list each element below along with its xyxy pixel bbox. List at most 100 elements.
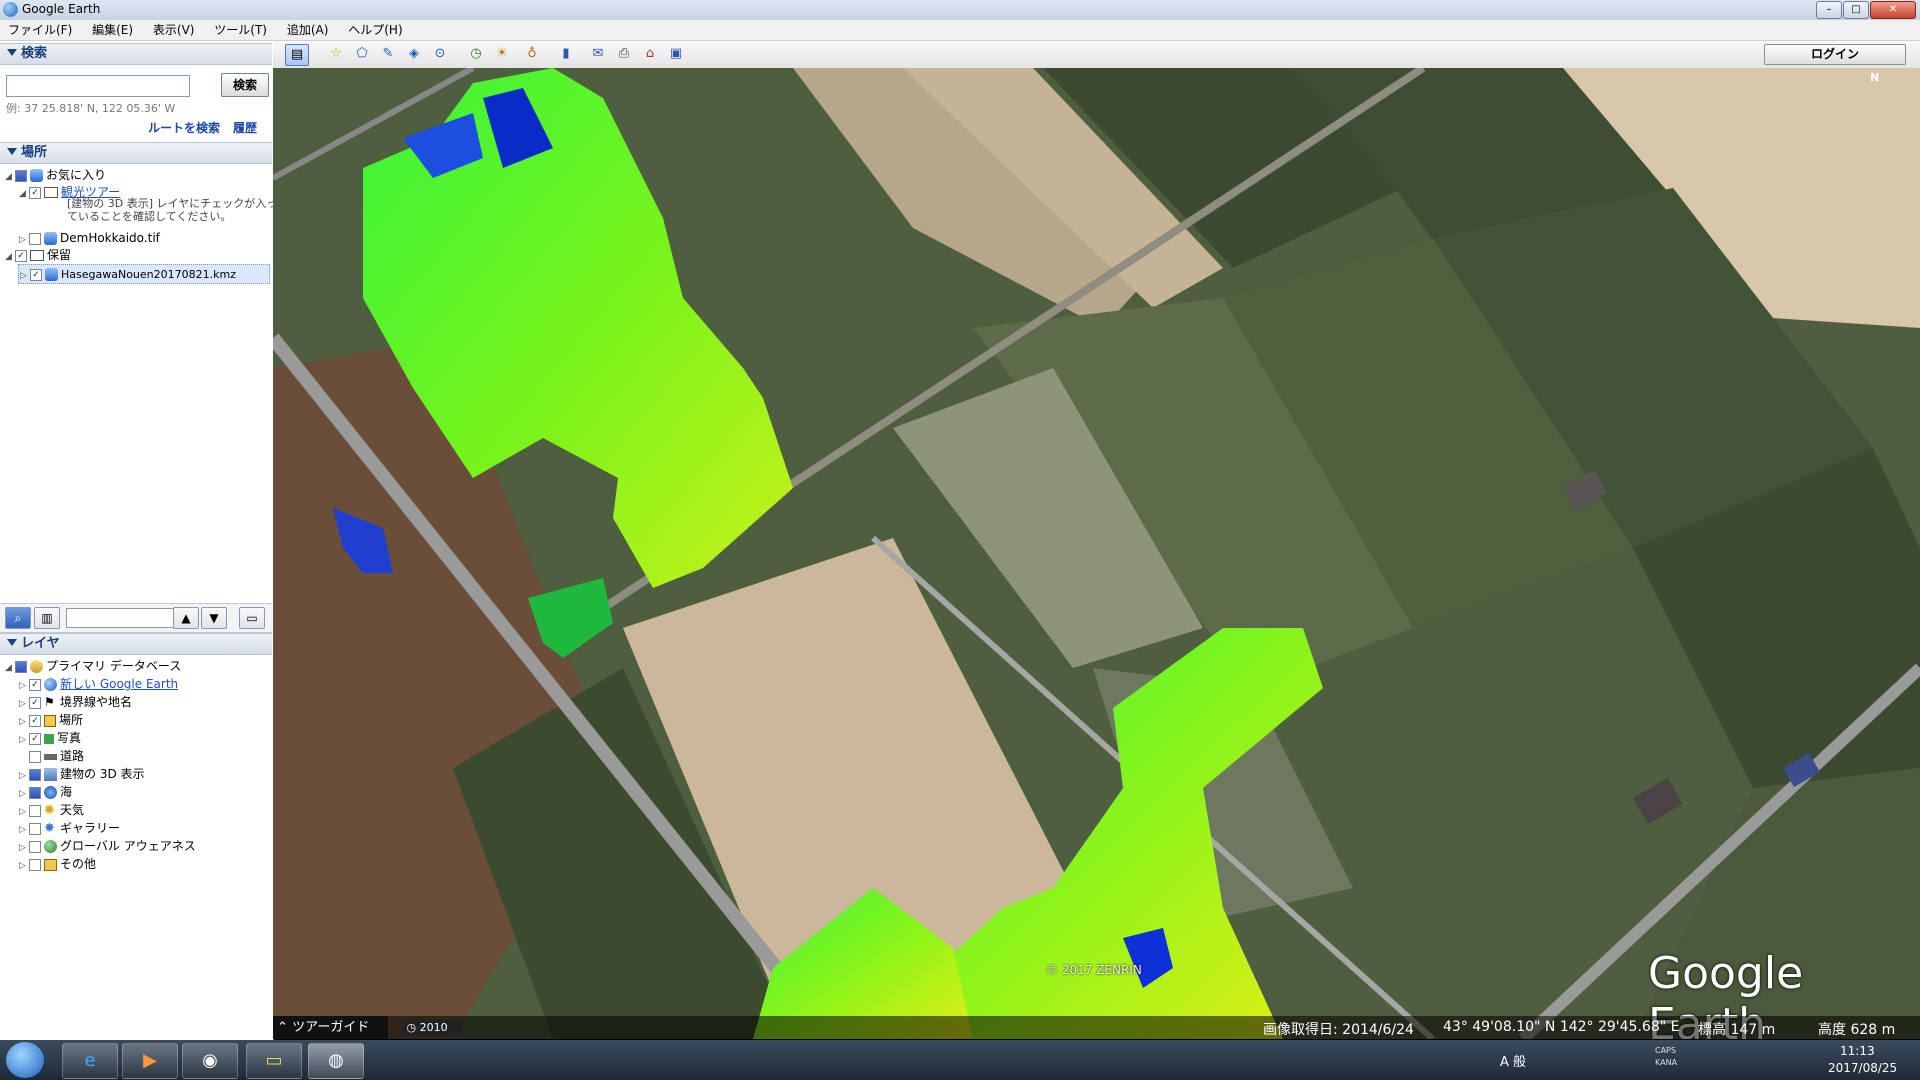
search-panel-header[interactable]: 検索: [0, 43, 272, 65]
move-up-icon[interactable]: ▲: [173, 607, 199, 629]
chrome-icon[interactable]: ◉: [182, 1043, 238, 1079]
record-tour-icon[interactable]: ⊙: [429, 44, 451, 64]
clock-time[interactable]: 11:13: [1840, 1044, 1875, 1058]
search-input[interactable]: [6, 75, 190, 97]
menu-help[interactable]: ヘルプ(H): [340, 20, 410, 38]
login-button[interactable]: ログイン: [1764, 44, 1906, 65]
caps-indicator: CAPS: [1655, 1046, 1676, 1055]
places-item-pending[interactable]: ◢保留: [4, 246, 71, 264]
menu-view[interactable]: 表示(V): [145, 20, 203, 38]
places-item-favorites[interactable]: ◢ お気に入り: [4, 166, 106, 184]
show-in-maps-icon[interactable]: ⌂: [639, 44, 661, 64]
checkbox[interactable]: [29, 732, 41, 745]
checkbox[interactable]: [30, 268, 42, 281]
compass-north[interactable]: N: [1870, 71, 1879, 84]
checkbox[interactable]: [29, 696, 41, 709]
layer-item-gallery[interactable]: ▷ ✸ ギャラリー: [18, 819, 120, 837]
checkbox[interactable]: [29, 804, 41, 817]
checkbox[interactable]: [29, 750, 41, 763]
sidebar-toggle-icon[interactable]: ▤: [285, 44, 309, 66]
layer-item-weather[interactable]: ▷ ✺ 天気: [18, 801, 84, 819]
sidebar-toggle-icon[interactable]: ▥: [34, 607, 60, 629]
checkbox[interactable]: [29, 186, 41, 199]
checkbox[interactable]: [29, 232, 41, 245]
tour-guide-button[interactable]: ⌃ ツアーガイド: [273, 1016, 388, 1039]
maximize-button[interactable]: □: [1843, 1, 1869, 19]
planets-icon[interactable]: ♁: [521, 44, 543, 64]
google-earth-task-icon[interactable]: ◍: [308, 1043, 364, 1079]
layer-item-roads[interactable]: 道路: [18, 747, 84, 765]
checkbox[interactable]: [15, 249, 27, 262]
places-filter-input[interactable]: [66, 608, 176, 628]
historical-imagery-icon[interactable]: ◷: [465, 44, 487, 64]
layer-item-new-google-earth[interactable]: ▷新しい Google Earth: [18, 675, 178, 693]
add-polygon-icon[interactable]: ⬠: [351, 44, 373, 64]
menu-file[interactable]: ファイル(F): [0, 20, 80, 38]
place-square-icon: [44, 714, 56, 727]
taskbar: e ▶ ◉ ▭ ◍ A 般 CAPS KANA 11:13 2017/08/25: [0, 1040, 1920, 1080]
add-overlay-icon[interactable]: ◈: [403, 44, 425, 64]
start-button[interactable]: [6, 1042, 44, 1078]
add-placemark-icon[interactable]: ☆: [325, 44, 347, 64]
explorer-icon[interactable]: ▭: [246, 1043, 302, 1079]
checkbox[interactable]: [29, 678, 41, 691]
layer-item-borders[interactable]: ▷⚑境界線や地名: [18, 693, 132, 711]
collapse-icon[interactable]: ◢: [18, 185, 27, 203]
expand-icon[interactable]: ▷: [18, 857, 27, 875]
layer-item-primary-db[interactable]: ◢ プライマリ データベース: [4, 657, 181, 675]
photo-icon: [44, 733, 54, 744]
folder-menu-icon[interactable]: ▭: [239, 607, 265, 629]
checkbox[interactable]: [29, 786, 41, 799]
sidebar: 検索 検索 例: 37 25.818' N, 122 05.36' W ルートを…: [0, 41, 277, 1040]
layer-item-global-awareness[interactable]: ▷ グローバル アウェアネス: [18, 837, 196, 855]
checkbox[interactable]: [15, 169, 27, 182]
expand-icon[interactable]: ▷: [19, 267, 28, 285]
search-hint: 例: 37 25.818' N, 122 05.36' W: [6, 102, 176, 115]
internet-explorer-icon[interactable]: e: [62, 1043, 118, 1079]
collapse-icon[interactable]: ◢: [4, 248, 13, 266]
menu-edit[interactable]: 編集(E): [84, 20, 141, 38]
layers-panel-header[interactable]: レイヤ: [0, 633, 272, 655]
ruler-icon[interactable]: ▮: [555, 44, 577, 64]
places-item-note-line2: ていることを確認してください。: [67, 210, 232, 223]
clock-date[interactable]: 2017/08/25: [1828, 1061, 1897, 1075]
menu-tools[interactable]: ツール(T): [206, 20, 275, 38]
search-button[interactable]: 検索: [221, 73, 269, 97]
layer-item-3d-buildings[interactable]: ▷ 建物の 3D 表示: [18, 765, 145, 783]
layer-item-other[interactable]: ▷ その他: [18, 855, 96, 873]
ime-indicator[interactable]: A 般: [1500, 1051, 1526, 1070]
media-player-icon[interactable]: ▶: [122, 1043, 178, 1079]
layer-item-ocean[interactable]: ▷ 海: [18, 783, 72, 801]
minimize-button[interactable]: –: [1816, 1, 1842, 19]
places-item-hasegawa-kmz[interactable]: ▷HasegawaNouen20170821.kmz: [18, 264, 270, 284]
map-toolbar: ▤ ☆ ⬠ ✎ ◈ ⊙ ◷ ☀ ♁ ▮ ✉ ⎙ ⌂ ▣ ログイン: [273, 41, 1920, 69]
sunlight-icon[interactable]: ☀: [491, 44, 513, 64]
layers-icon: [45, 268, 58, 281]
menu-add[interactable]: 追加(A): [279, 20, 337, 38]
collapse-icon[interactable]: ◢: [4, 659, 13, 677]
checkbox[interactable]: [29, 840, 41, 853]
add-path-icon[interactable]: ✎: [377, 44, 399, 64]
close-button[interactable]: ✕: [1870, 1, 1916, 19]
map-view[interactable]: N © 2017 ZENRIN Google Earth: [273, 68, 1920, 1039]
collapse-icon[interactable]: ◢: [4, 168, 13, 186]
print-icon[interactable]: ⎙: [613, 44, 635, 64]
search-places-icon[interactable]: ⌕: [5, 607, 31, 629]
historical-year[interactable]: ◷ 2010: [403, 1019, 463, 1036]
layer-item-photos[interactable]: ▷写真: [18, 729, 81, 747]
places-panel-header[interactable]: 場所: [0, 142, 272, 164]
places-item-dem-hokkaido[interactable]: ▷ DemHokkaido.tif: [18, 229, 160, 247]
places-toolbar: ⌕ ▥ ▲ ▼ ▭: [0, 603, 272, 633]
move-down-icon[interactable]: ▼: [201, 607, 227, 629]
checkbox[interactable]: [29, 714, 41, 727]
folder-icon: [44, 858, 57, 871]
checkbox[interactable]: [15, 660, 27, 673]
checkbox[interactable]: [29, 822, 41, 835]
checkbox[interactable]: [29, 858, 41, 871]
route-search-link[interactable]: ルートを検索: [148, 119, 220, 136]
history-link[interactable]: 履歴: [233, 119, 257, 136]
email-icon[interactable]: ✉: [587, 44, 609, 64]
checkbox[interactable]: [29, 768, 41, 781]
layer-item-places[interactable]: ▷場所: [18, 711, 83, 729]
save-image-icon[interactable]: ▣: [665, 44, 687, 64]
